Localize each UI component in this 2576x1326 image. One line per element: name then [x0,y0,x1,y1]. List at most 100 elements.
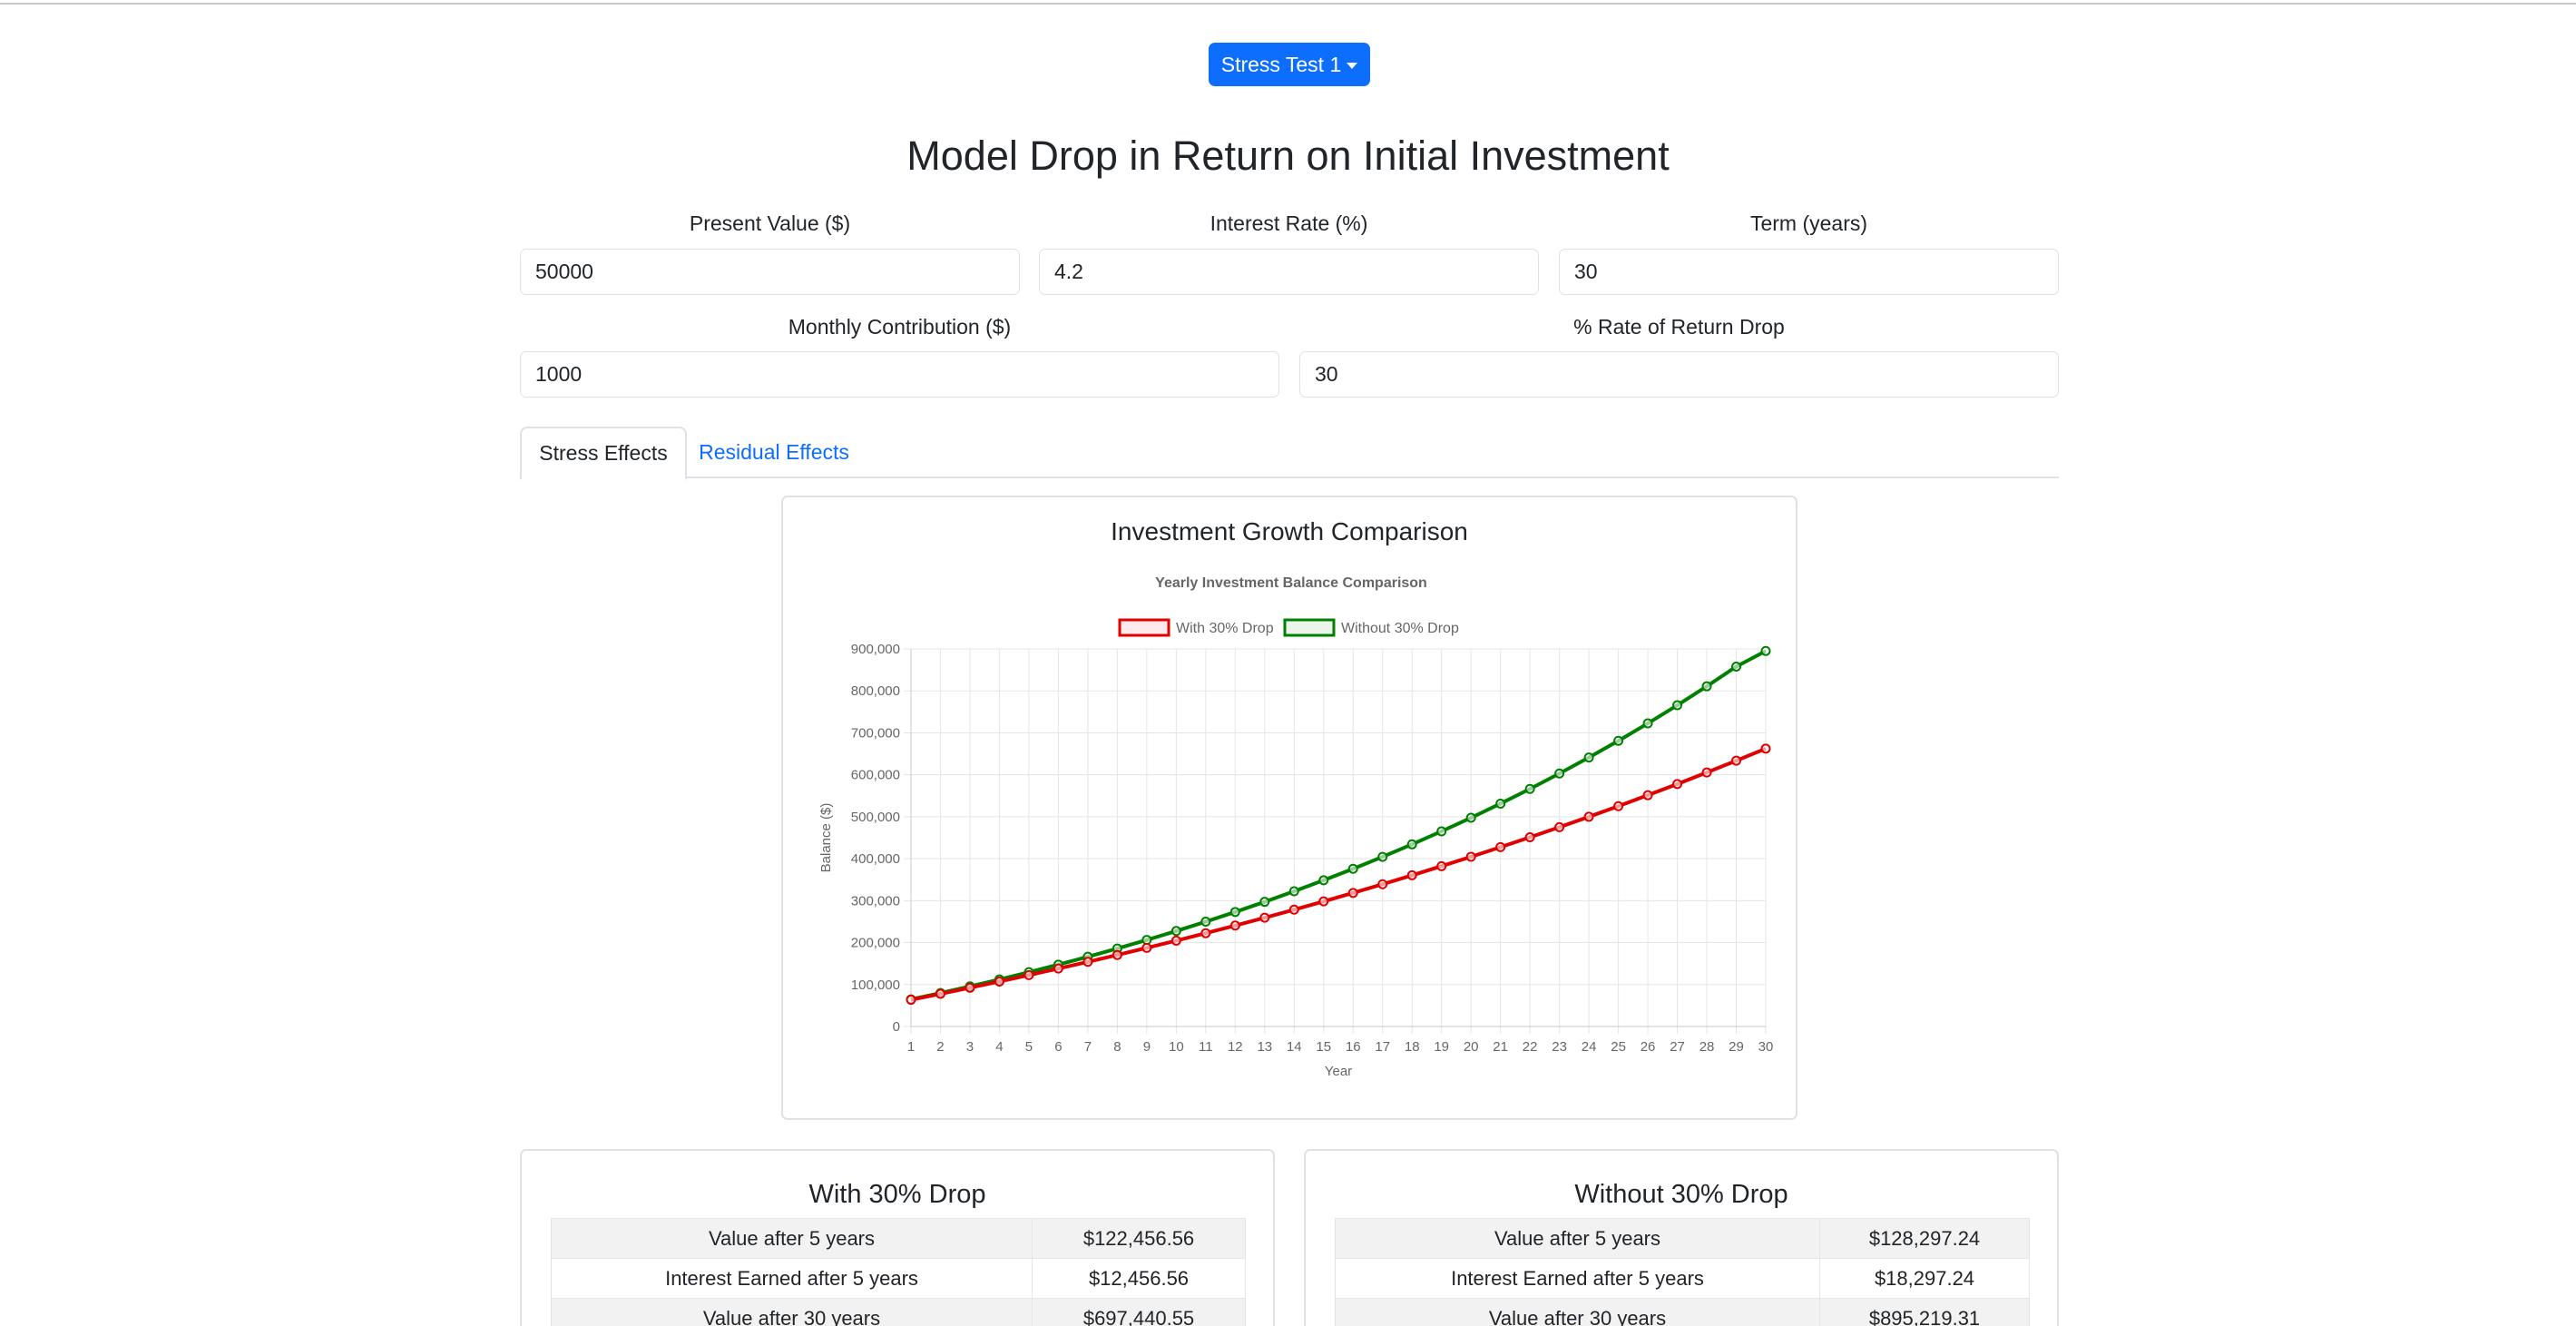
data-point-with-drop [1760,743,1771,754]
x-tick-label: 3 [966,1039,974,1055]
legend-label-1: With 30% Drop [1176,621,1274,636]
y-tick-label: 500,000 [851,810,900,825]
data-point-without-drop [1141,935,1152,946]
x-tick-label: 16 [1346,1039,1361,1055]
x-tick-label: 25 [1611,1039,1626,1055]
table-row: Interest Earned after 5 years $12,456.56 [551,1258,1246,1299]
x-tick-label: 18 [1405,1039,1420,1055]
data-point-with-drop [1024,969,1034,980]
data-point-without-drop [1731,661,1742,672]
data-point-with-drop [1288,904,1299,915]
row-label: Value after 30 years [551,1298,1033,1326]
y-axis-label: Balance ($) [818,803,834,873]
x-tick-label: 8 [1113,1039,1121,1055]
interest-rate-input[interactable] [1039,249,1539,295]
data-point-with-drop [1318,896,1329,907]
with-drop-title: With 30% Drop [808,1180,986,1209]
x-tick-label: 7 [1084,1039,1092,1055]
data-point-with-drop [1229,920,1240,931]
data-point-with-drop [1554,821,1565,832]
chart-card: Investment Growth Comparison Yearly Inve… [781,496,1797,1120]
data-point-with-drop [1731,755,1742,766]
x-tick-label: 9 [1143,1039,1151,1055]
x-tick-label: 13 [1257,1039,1272,1055]
data-point-without-drop [1760,645,1771,656]
rate-drop-label: % Rate of Return Drop [1573,315,1785,339]
x-tick-label: 24 [1582,1039,1597,1055]
legend-label-2: Without 30% Drop [1341,621,1459,636]
data-point-with-drop [1406,869,1417,880]
table-row: Interest Earned after 5 years $18,297.24 [1335,1258,2030,1299]
x-tick-label: 26 [1641,1039,1656,1055]
x-tick-label: 10 [1169,1039,1184,1055]
row-value: $12,456.56 [1032,1258,1246,1299]
with-drop-card: With 30% Drop Value after 5 years $122,4… [520,1149,1275,1326]
data-point-with-drop [906,995,916,1006]
page-title: Model Drop in Return on Initial Investme… [906,133,1670,179]
data-point-with-drop [1613,801,1624,811]
data-point-without-drop [1318,875,1329,886]
data-point-with-drop [1112,949,1122,960]
x-tick-label: 4 [995,1039,1003,1055]
without-drop-title: Without 30% Drop [1574,1180,1788,1209]
data-point-with-drop [1465,851,1476,862]
chart-title: Yearly Investment Balance Comparison [1155,575,1427,591]
data-point-with-drop [1259,912,1270,923]
tab-residual-effects[interactable]: Residual Effects [687,427,861,478]
table-row: Value after 30 years $697,440.55 [551,1298,1246,1326]
row-label: Value after 30 years [1335,1298,1820,1326]
interest-rate-label: Interest Rate (%) [1210,211,1368,235]
x-tick-label: 2 [936,1039,944,1055]
dropdown-label: Stress Test 1 [1220,52,1342,76]
row-value: $18,297.24 [1819,1258,2030,1299]
data-point-with-drop [965,982,975,993]
data-point-without-drop [1672,700,1683,711]
rate-drop-input[interactable] [1299,351,2059,398]
stress-test-dropdown-button[interactable]: Stress Test 1 [1209,43,1370,86]
x-tick-label: 14 [1287,1039,1302,1055]
data-point-with-drop [1642,790,1653,801]
without-drop-card: Without 30% Drop Value after 5 years $12… [1304,1149,2059,1326]
data-point-with-drop [1082,957,1093,967]
x-axis-label: Year [1325,1064,1352,1079]
data-point-with-drop [1701,767,1712,778]
results-tabs: Stress Effects Residual Effects [520,427,2059,480]
data-point-with-drop [1170,935,1181,946]
row-label: Value after 5 years [551,1218,1033,1259]
term-label: Term (years) [1749,211,1868,235]
table-row: Value after 30 years $895,219.31 [1335,1298,2030,1326]
x-tick-label: 6 [1054,1039,1062,1055]
x-tick-label: 22 [1523,1039,1538,1055]
data-point-without-drop [1259,897,1270,908]
row-value: $895,219.31 [1819,1298,2030,1326]
x-tick-label: 20 [1464,1039,1479,1055]
data-point-with-drop [935,988,945,999]
x-tick-label: 17 [1375,1039,1390,1055]
monthly-contribution-label: Monthly Contribution ($) [788,315,1012,339]
table-row: Value after 5 years $128,297.24 [1335,1218,2030,1259]
x-tick-label: 23 [1552,1039,1567,1055]
data-point-without-drop [1200,917,1211,928]
y-tick-label: 800,000 [851,683,900,699]
data-point-without-drop [1642,718,1653,729]
data-point-with-drop [994,976,1004,987]
y-tick-label: 200,000 [851,936,900,951]
row-value: $128,297.24 [1819,1218,2030,1259]
term-input[interactable] [1559,249,2059,295]
x-tick-label: 29 [1729,1039,1744,1055]
monthly-contribution-input[interactable] [520,351,1279,398]
present-value-input[interactable] [520,249,1020,295]
data-point-without-drop [1495,798,1506,809]
tab-stress-effects[interactable]: Stress Effects [520,427,687,480]
y-tick-label: 900,000 [851,642,900,657]
data-point-with-drop [1524,832,1535,843]
data-point-without-drop [1524,783,1535,794]
series-line-without-drop [910,649,1767,1002]
data-point-without-drop [1465,812,1476,823]
y-tick-label: 400,000 [851,851,900,867]
data-point-without-drop [1701,681,1712,692]
y-tick-label: 600,000 [851,768,900,783]
data-point-with-drop [1141,942,1152,953]
data-point-with-drop [1672,779,1683,790]
x-tick-label: 28 [1699,1039,1715,1055]
